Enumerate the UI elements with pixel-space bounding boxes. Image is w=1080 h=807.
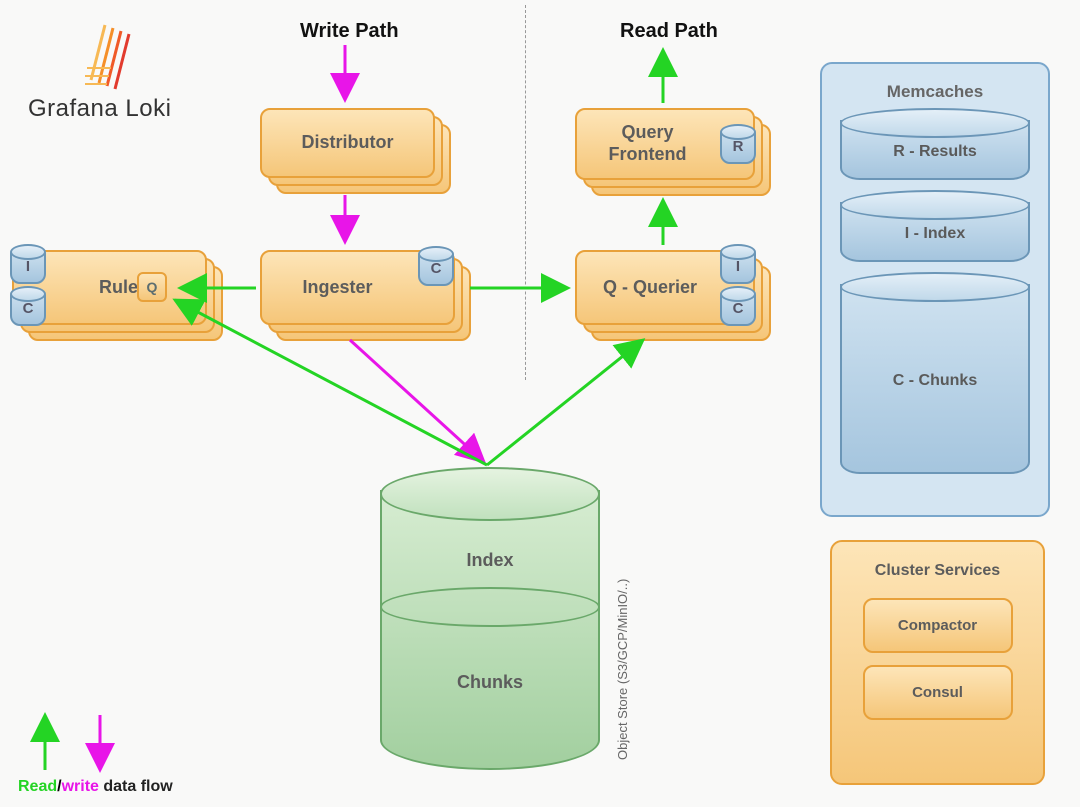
write-path-title: Write Path — [300, 20, 399, 43]
legend-text: Read/write data flow — [18, 778, 173, 796]
querier-cache-i: I — [720, 248, 756, 284]
arrow-ingester-to-store — [350, 340, 484, 462]
brand-logo-icon — [85, 20, 140, 90]
service-consul: Consul — [863, 665, 1013, 720]
write-read-divider — [525, 5, 526, 380]
query-frontend-cache-r: R — [720, 128, 756, 164]
memcaches-title: Memcaches — [830, 82, 1040, 102]
ruler-cache-c: C — [10, 290, 46, 326]
legend-rest: data flow — [99, 778, 173, 795]
read-path-title: Read Path — [620, 20, 718, 43]
ruler-cache-i: I — [10, 248, 46, 284]
object-store-chunks-label: Chunks — [382, 672, 598, 693]
memcache-results: R - Results — [840, 120, 1030, 180]
memcache-index: I - Index — [840, 202, 1030, 262]
brand-name-text: Grafana Loki — [28, 95, 171, 122]
legend-write: write — [62, 778, 99, 795]
memcache-chunks: C - Chunks — [840, 284, 1030, 474]
distributor-label: Distributor — [262, 110, 433, 176]
arrow-store-to-querier — [487, 340, 643, 465]
ingester-cache-c: C — [418, 250, 454, 286]
service-compactor: Compactor — [863, 598, 1013, 653]
memcaches-panel: Memcaches R - Results I - Index C - Chun… — [820, 62, 1050, 517]
object-store: Index Chunks — [380, 490, 600, 770]
object-store-index-label: Index — [382, 550, 598, 571]
brand-name: Grafana Loki — [28, 95, 171, 123]
cluster-services-panel: Cluster Services Compactor Consul — [830, 540, 1045, 785]
object-store-side-label: Object Store (S3/GCP/MinIO/..) — [615, 579, 630, 760]
legend-read: Read — [18, 778, 57, 795]
querier-cache-c: C — [720, 290, 756, 326]
cluster-services-title: Cluster Services — [840, 562, 1035, 580]
ruler-querier-badge: Q — [137, 272, 167, 302]
diagram-canvas: Grafana Loki Write Path Read Path Distri… — [0, 0, 1080, 807]
